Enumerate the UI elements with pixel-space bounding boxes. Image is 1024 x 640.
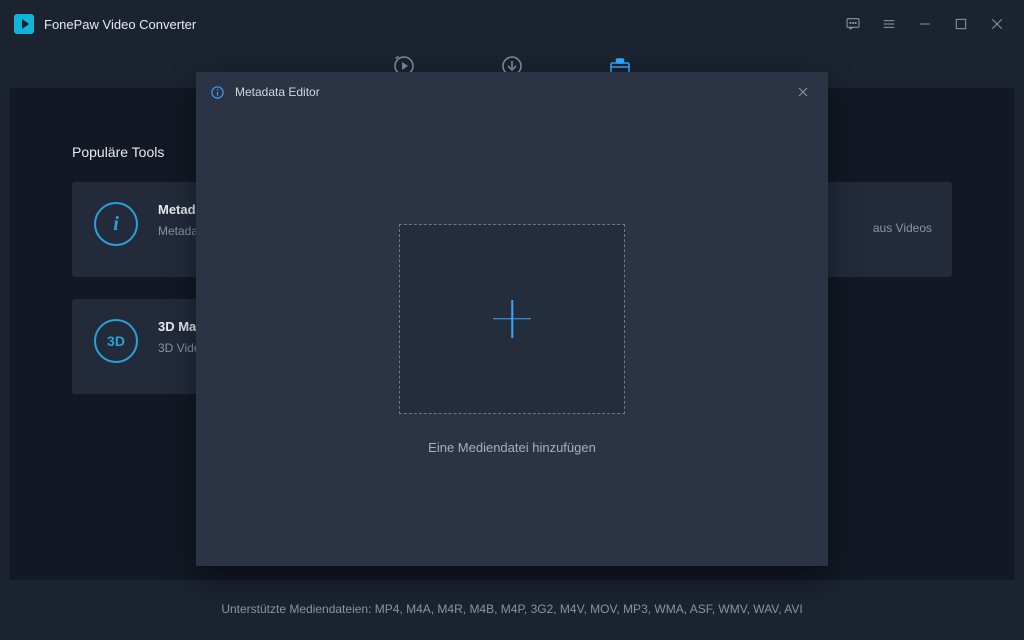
feedback-button[interactable] bbox=[840, 11, 866, 37]
threeD-circle-icon: 3D bbox=[94, 319, 138, 363]
app-title: FonePaw Video Converter bbox=[44, 17, 196, 32]
menu-button[interactable] bbox=[876, 11, 902, 37]
title-bar: FonePaw Video Converter bbox=[0, 0, 1024, 48]
modal-title: Metadata Editor bbox=[235, 85, 320, 99]
dropzone-caption: Eine Mediendatei hinzufügen bbox=[428, 440, 596, 455]
supported-formats-footer: Unterstützte Mediendateien: MP4, M4A, M4… bbox=[0, 602, 1024, 616]
info-icon bbox=[210, 85, 225, 100]
modal-close-button[interactable] bbox=[792, 81, 814, 103]
modal-header: Metadata Editor bbox=[196, 72, 828, 112]
add-media-dropzone[interactable] bbox=[399, 224, 625, 414]
info-circle-icon: i bbox=[94, 202, 138, 246]
plus-icon bbox=[489, 296, 535, 342]
card-desc-suffix: aus Videos bbox=[873, 220, 932, 237]
window-maximize-button[interactable] bbox=[948, 11, 974, 37]
app-logo bbox=[14, 14, 34, 34]
window-close-button[interactable] bbox=[984, 11, 1010, 37]
app-window: FonePaw Video Converter bbox=[0, 0, 1024, 640]
metadata-editor-modal: Metadata Editor Eine Mediendatei hinzufü… bbox=[196, 72, 828, 566]
modal-body: Eine Mediendatei hinzufügen bbox=[196, 112, 828, 566]
window-minimize-button[interactable] bbox=[912, 11, 938, 37]
